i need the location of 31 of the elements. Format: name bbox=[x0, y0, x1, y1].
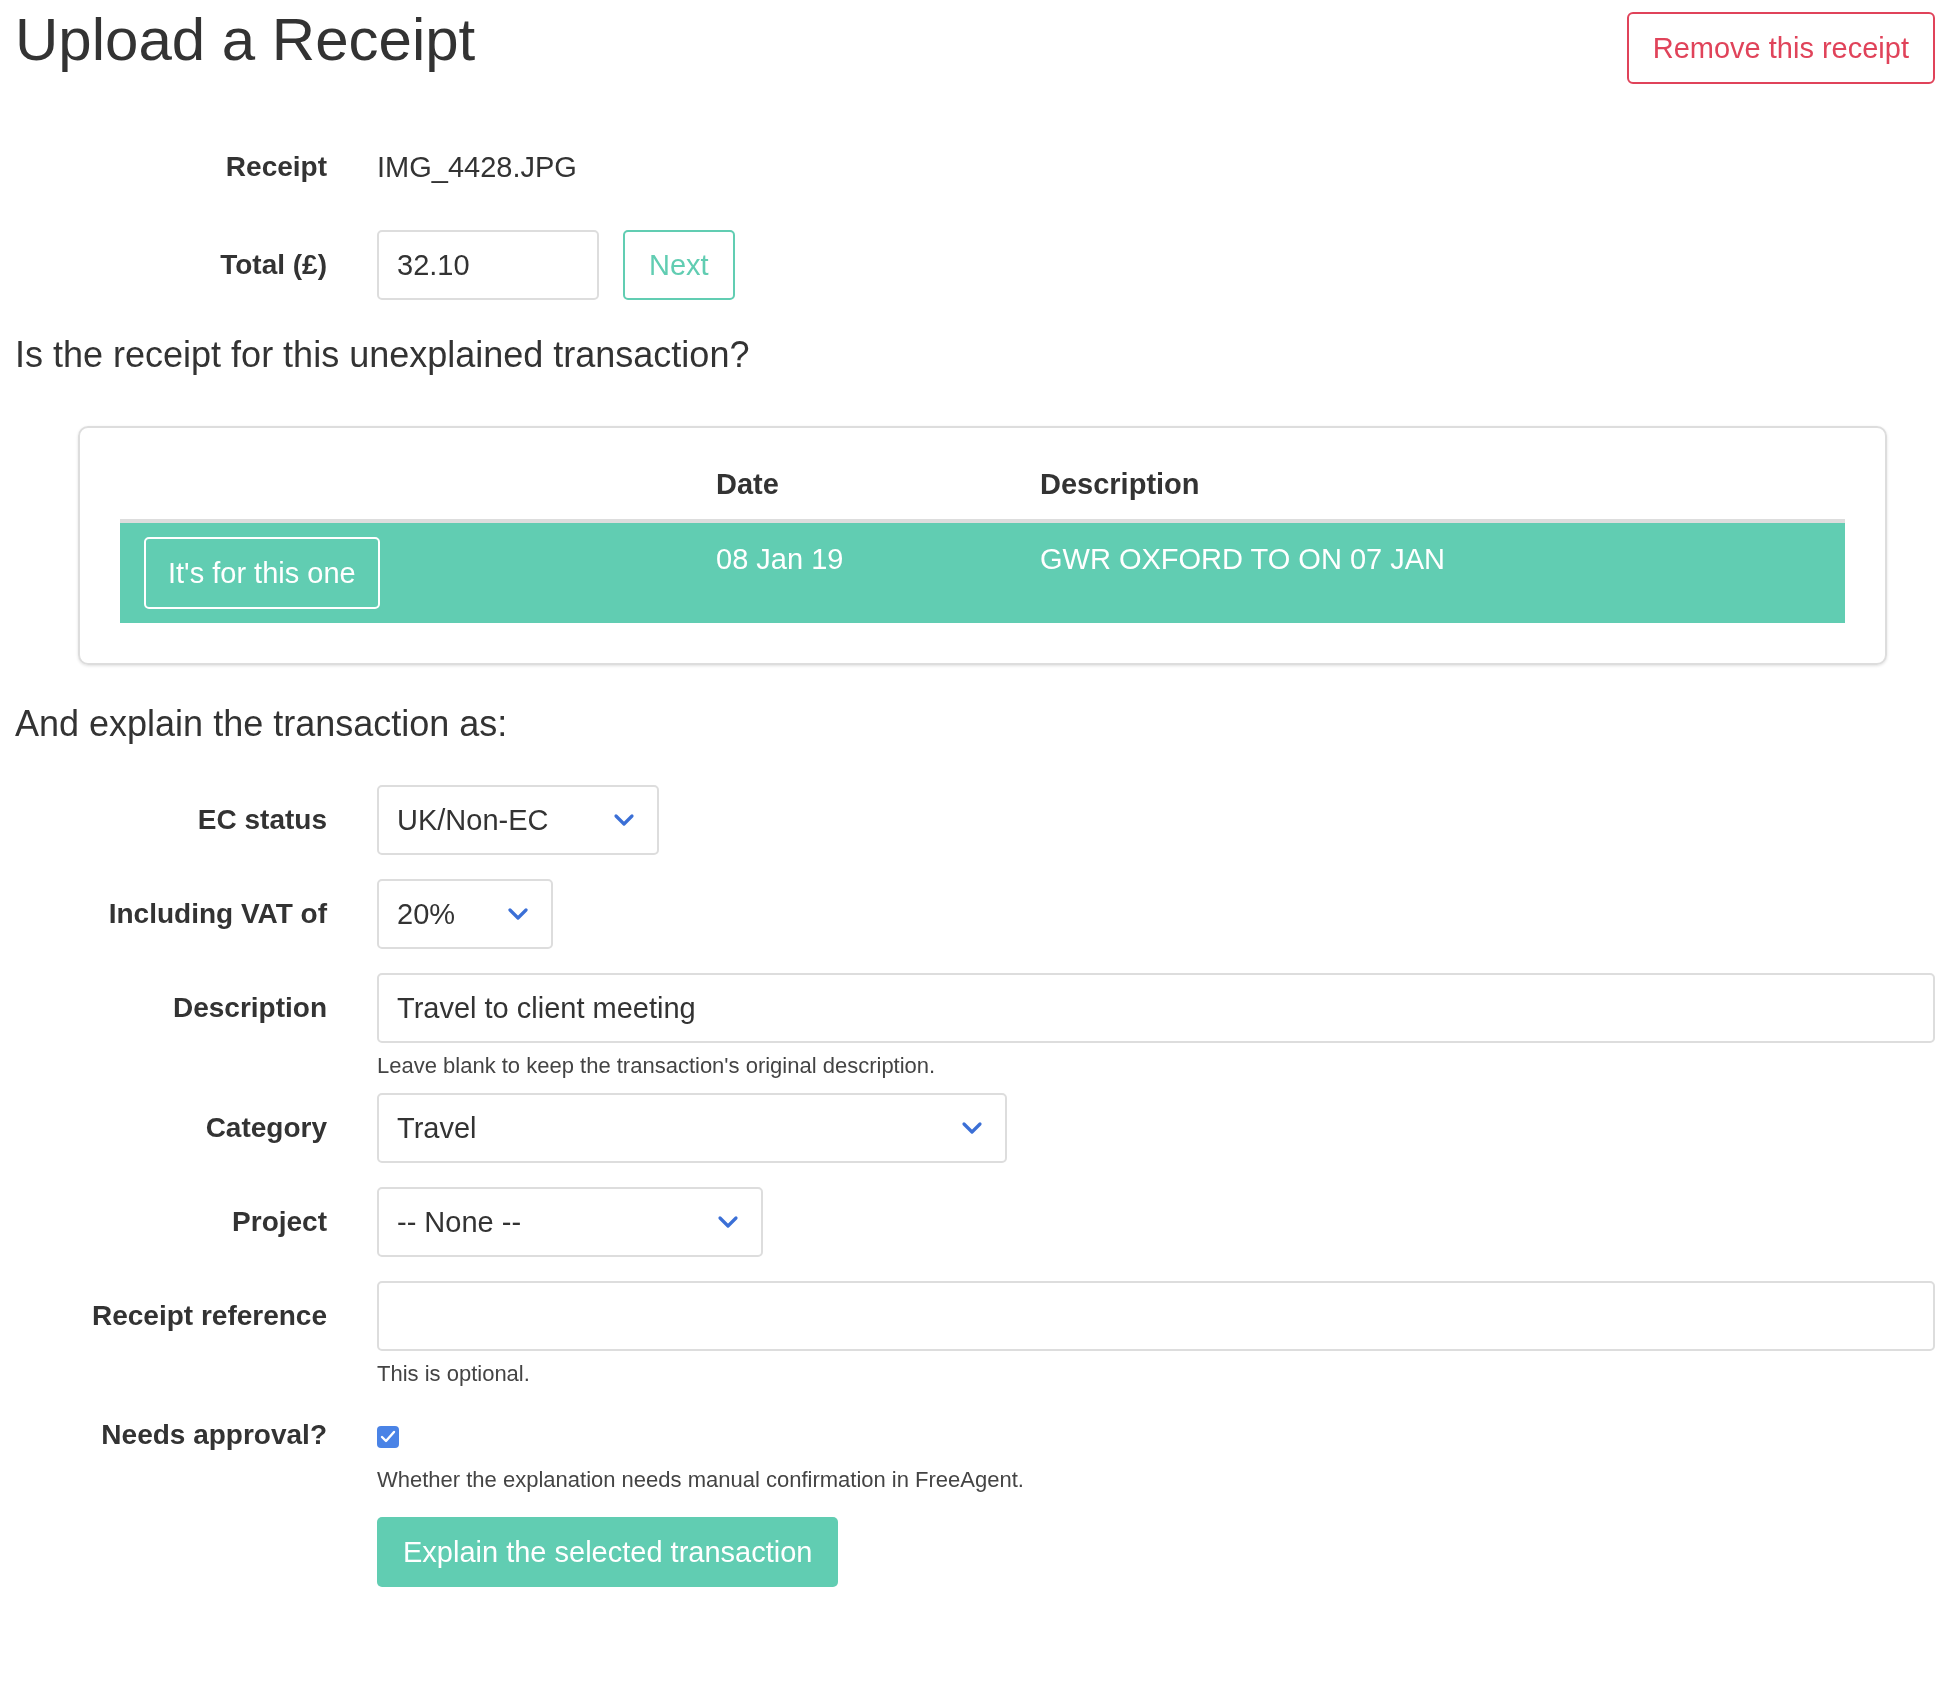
checkbox[interactable] bbox=[377, 1426, 399, 1448]
transaction-description: GWR OXFORD TO ON 07 JAN bbox=[1040, 543, 1445, 575]
text-input[interactable]: Travel to client meeting bbox=[377, 973, 1935, 1043]
field-label: Receipt bbox=[224, 151, 327, 183]
transaction-date: 08 Jan 19 bbox=[716, 543, 844, 575]
field-label: Description bbox=[171, 992, 327, 1024]
chevron-down-icon bbox=[613, 813, 635, 827]
field-label: EC status bbox=[196, 804, 327, 836]
field-label: Including VAT of bbox=[107, 898, 327, 930]
text-input[interactable] bbox=[377, 1281, 1935, 1351]
field-label: Project bbox=[231, 1206, 327, 1238]
help-text: Whether the explanation needs manual confirmation in FreeAgent. bbox=[377, 1467, 1025, 1493]
dropdown[interactable]: -- None -- bbox=[377, 1187, 763, 1257]
chevron-down-icon bbox=[507, 907, 529, 921]
dropdown[interactable]: 20% bbox=[377, 879, 553, 949]
dropdown[interactable]: Travel bbox=[377, 1093, 1007, 1163]
field-label: Category bbox=[204, 1112, 327, 1144]
help-text: Leave blank to keep the transaction's original description. bbox=[377, 1053, 937, 1079]
chevron-down-icon bbox=[961, 1121, 983, 1135]
field-label: Total (£) bbox=[219, 249, 327, 281]
field-label: Receipt reference bbox=[91, 1300, 327, 1332]
receipt-filename: IMG_4428.JPG bbox=[377, 150, 577, 184]
help-text: This is optional. bbox=[377, 1361, 531, 1387]
remove-receipt-button[interactable]: Remove this receipt bbox=[1626, 12, 1935, 84]
field-label: Needs approval? bbox=[100, 1418, 327, 1451]
question-heading: Is the receipt for this unexplained transaction? bbox=[15, 334, 751, 376]
dropdown[interactable]: UK/Non-EC bbox=[377, 785, 659, 855]
total-input[interactable]: 32.10 bbox=[377, 230, 599, 300]
chevron-down-icon bbox=[717, 1215, 739, 1229]
page-title: Upload a Receipt bbox=[15, 5, 476, 75]
section-heading: And explain the transaction as: bbox=[15, 703, 509, 745]
